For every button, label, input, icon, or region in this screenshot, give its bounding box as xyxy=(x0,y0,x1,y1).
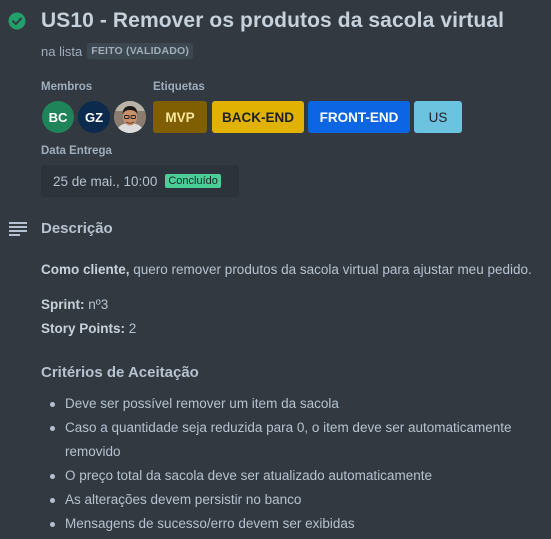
intro-bold: Como cliente, xyxy=(41,262,130,277)
avatar-gz[interactable]: GZ xyxy=(78,101,110,133)
intro-text: quero remover produtos da sacola virtual… xyxy=(129,262,532,277)
description-heading: Descrição xyxy=(41,220,113,237)
avatar-photo[interactable] xyxy=(114,101,146,133)
story-points-label: Story Points: xyxy=(41,321,126,336)
label-back-end[interactable]: BACK-END xyxy=(212,101,304,133)
label-us[interactable]: US xyxy=(414,101,462,133)
list-item: Deve ser possível remover um item da sac… xyxy=(48,392,548,416)
status-badge: Concluído xyxy=(165,174,221,188)
sprint-label: Sprint: xyxy=(41,297,85,312)
due-date-label: Data Entrega xyxy=(41,145,112,157)
card-title[interactable]: US10 - Remover os produtos da sacola vir… xyxy=(41,9,504,33)
avatar-bc[interactable]: BC xyxy=(42,101,74,133)
criteria-list: Deve ser possível remover um item da sac… xyxy=(48,392,548,536)
list-item: As alterações devem persistir no banco xyxy=(48,488,548,512)
check-circle-icon[interactable] xyxy=(8,12,26,30)
list-item: O preço total da sacola deve ser atualiz… xyxy=(48,464,548,488)
story-points-value: 2 xyxy=(125,321,137,336)
list-item: Caso a quantidade seja reduzida para 0, … xyxy=(48,416,548,464)
story-points-line: Story Points: 2 xyxy=(41,321,136,336)
list-item: Mensagens de sucesso/erro devem ser exib… xyxy=(48,512,548,536)
list-info: na lista FEITO (VALIDADO) xyxy=(41,43,194,59)
criteria-heading: Critérios de Aceitação xyxy=(41,364,199,381)
due-date-button[interactable]: 25 de mai., 10:00 Concluído xyxy=(41,165,239,197)
due-date-value: 25 de mai., 10:00 xyxy=(53,173,158,189)
description-intro[interactable]: Como cliente, quero remover produtos da … xyxy=(41,262,532,277)
label-front-end[interactable]: FRONT-END xyxy=(308,101,410,133)
text-lines-icon xyxy=(9,222,27,236)
labels-label: Etiquetas xyxy=(153,81,205,93)
list-prefix: na lista xyxy=(41,43,83,59)
sprint-value: nº3 xyxy=(84,297,109,312)
label-mvp[interactable]: MVP xyxy=(153,101,207,133)
list-name-link[interactable]: FEITO (VALIDADO) xyxy=(87,43,194,59)
person-photo-icon xyxy=(114,101,146,133)
sprint-line: Sprint: nº3 xyxy=(41,297,108,312)
members-label: Membros xyxy=(41,81,93,93)
